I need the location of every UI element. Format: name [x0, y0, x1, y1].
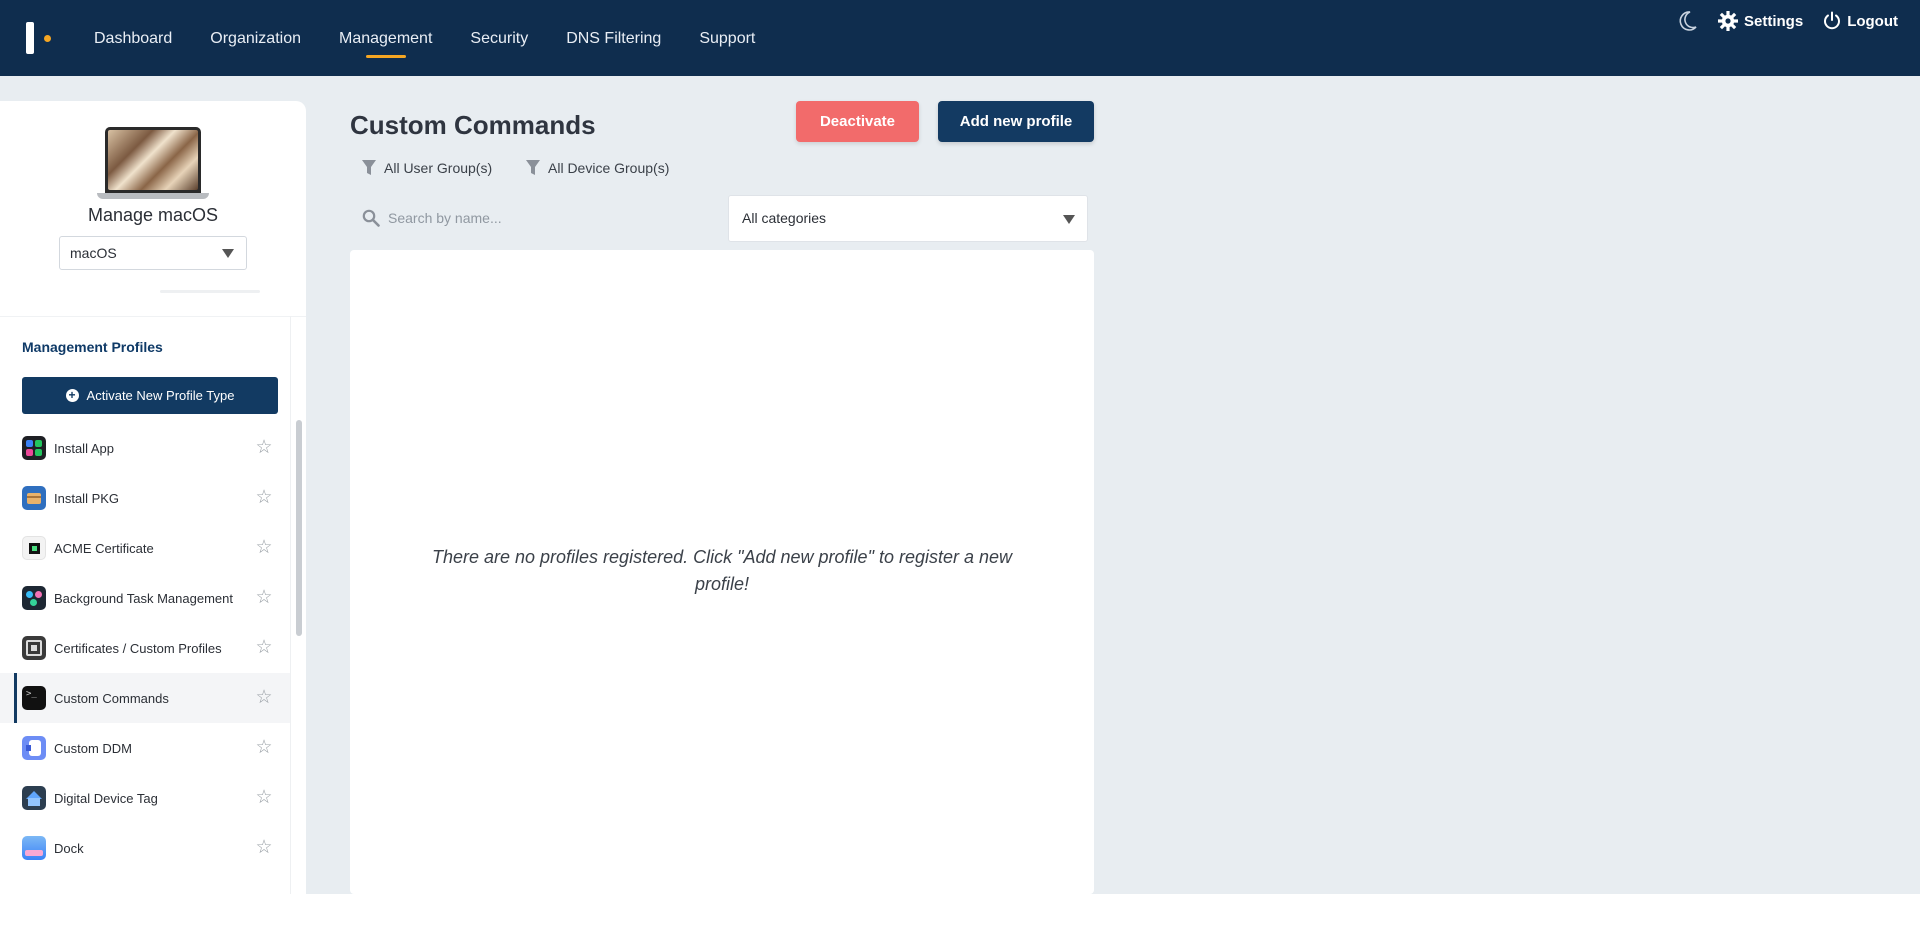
sidebar-item-label: Background Task Management: [54, 590, 233, 606]
chevron-down-icon: [222, 249, 234, 258]
chevron-down-icon: [1063, 215, 1075, 224]
moon-icon: [1679, 11, 1697, 31]
filter-device-groups-label: All Device Group(s): [548, 160, 670, 176]
os-select-value: macOS: [70, 245, 117, 261]
sidebar-item-label: Install App: [54, 440, 114, 456]
deactivate-button[interactable]: Deactivate: [796, 101, 919, 142]
filter-user-groups[interactable]: All User Group(s): [362, 160, 492, 176]
activate-new-profile-type-button[interactable]: + Activate New Profile Type: [22, 377, 278, 414]
settings-button[interactable]: Settings: [1718, 11, 1803, 31]
sidebar-item-install-pkg[interactable]: Install PKG ☆: [0, 473, 290, 523]
sidebar-item-certificates-custom-profiles[interactable]: Certificates / Custom Profiles ☆: [0, 623, 290, 673]
nav-organization[interactable]: Organization: [210, 0, 301, 76]
acme-certificate-icon: [22, 536, 46, 560]
star-icon[interactable]: ☆: [254, 688, 274, 708]
certificates-icon: [22, 636, 46, 660]
bottom-strip: [0, 894, 1920, 935]
search-placeholder: Search by name...: [388, 210, 502, 226]
search-input[interactable]: Search by name...: [350, 196, 720, 240]
star-icon[interactable]: ☆: [254, 438, 274, 458]
power-icon: [1824, 11, 1841, 30]
divider: [290, 316, 291, 894]
star-icon[interactable]: ☆: [254, 738, 274, 758]
nav-dns-filtering[interactable]: DNS Filtering: [566, 0, 661, 76]
nav-support[interactable]: Support: [699, 0, 755, 76]
settings-label: Settings: [1744, 12, 1804, 30]
sidebar-item-acme-certificate[interactable]: ACME Certificate ☆: [0, 523, 290, 573]
sidebar-item-install-app[interactable]: Install App ☆: [0, 423, 290, 473]
plus-circle-icon: +: [65, 389, 79, 402]
sidebar-item-label: Dock: [54, 840, 84, 856]
dark-mode-toggle[interactable]: [1678, 10, 1698, 32]
install-app-icon: [22, 436, 46, 460]
logout-button[interactable]: Logout: [1823, 11, 1898, 31]
top-navigation-bar: Dashboard Organization Management Securi…: [0, 0, 1920, 76]
star-icon[interactable]: ☆: [254, 638, 274, 658]
sidebar-item-custom-commands[interactable]: >_ Custom Commands ☆: [0, 673, 290, 723]
top-right-actions: Settings Logout: [1678, 10, 1898, 32]
logout-label: Logout: [1847, 12, 1898, 30]
nav-dashboard[interactable]: Dashboard: [94, 0, 172, 76]
filter-icon: [526, 160, 540, 175]
category-select-value: All categories: [742, 210, 827, 226]
sidebar-item-digital-device-tag[interactable]: Digital Device Tag ☆: [0, 773, 290, 823]
profile-list: Install App ☆ Install PKG ☆ ACME Certifi…: [0, 423, 290, 873]
add-new-profile-button[interactable]: Add new profile: [938, 101, 1094, 142]
profiles-panel: There are no profiles registered. Click …: [350, 250, 1094, 894]
dock-icon: [22, 836, 46, 860]
terminal-icon: >_: [22, 686, 46, 710]
star-icon[interactable]: ☆: [254, 588, 274, 608]
star-icon[interactable]: ☆: [254, 788, 274, 808]
search-icon: [362, 209, 380, 227]
section-title-management-profiles: Management Profiles: [22, 339, 163, 355]
star-icon[interactable]: ☆: [254, 488, 274, 508]
category-select[interactable]: All categories: [728, 195, 1088, 242]
star-icon[interactable]: ☆: [254, 538, 274, 558]
sidebar-item-dock[interactable]: Dock ☆: [0, 823, 290, 873]
page-title: Custom Commands: [350, 110, 596, 140]
sidebar-item-label: ACME Certificate: [54, 540, 154, 556]
sidebar-item-label: Certificates / Custom Profiles: [54, 640, 222, 656]
device-tag-icon: [22, 786, 46, 810]
custom-ddm-icon: [22, 736, 46, 760]
sidebar-scrollbar[interactable]: [296, 420, 302, 636]
nav-management[interactable]: Management: [339, 0, 432, 76]
install-pkg-icon: [22, 486, 46, 510]
divider: [0, 316, 306, 317]
divider: [160, 290, 260, 293]
sidebar-title: Manage macOS: [87, 205, 219, 225]
sidebar-item-label: Digital Device Tag: [54, 790, 158, 806]
filter-device-groups[interactable]: All Device Group(s): [526, 160, 669, 176]
sidebar-item-label: Custom Commands: [54, 690, 169, 706]
nav-security[interactable]: Security: [470, 0, 528, 76]
background-task-icon: [22, 586, 46, 610]
filter-icon: [362, 160, 376, 175]
sidebar-item-label: Custom DDM: [54, 740, 133, 756]
sidebar-item-label: Install PKG: [54, 490, 120, 506]
profiles-sidebar: Manage macOS macOS Management Profiles +…: [0, 101, 306, 894]
star-icon[interactable]: ☆: [254, 838, 274, 858]
gear-icon: [1718, 11, 1738, 31]
sidebar-item-background-task-management[interactable]: Background Task Management ☆: [0, 573, 290, 623]
macbook-image: [97, 127, 209, 199]
os-select[interactable]: macOS: [59, 236, 247, 270]
main-nav: Dashboard Organization Management Securi…: [94, 0, 793, 76]
sidebar-item-custom-ddm[interactable]: Custom DDM ☆: [0, 723, 290, 773]
empty-state-message: There are no profiles registered. Click …: [431, 547, 1013, 594]
activate-button-label: Activate New Profile Type: [86, 388, 235, 403]
filter-user-groups-label: All User Group(s): [384, 160, 493, 176]
app-logo[interactable]: [26, 22, 56, 54]
